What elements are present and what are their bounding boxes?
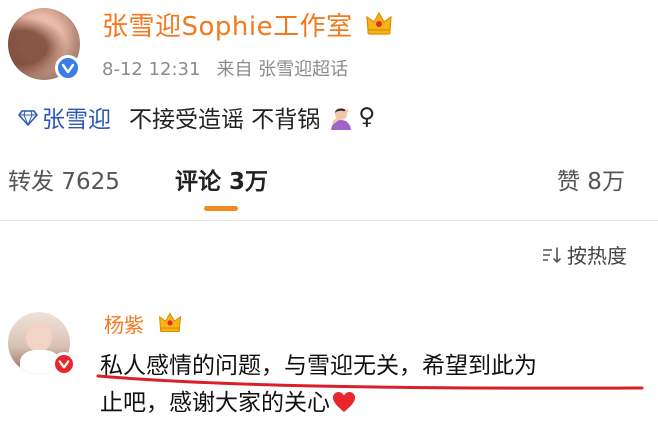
account-name[interactable]: 张雪迎Sophie工作室 (102, 6, 353, 43)
comment-line-2-text: 止吧，感谢大家的关心 (100, 390, 330, 416)
diamond-icon (18, 110, 38, 127)
person-facepalm-emoji-icon (331, 108, 352, 130)
crown-badge-icon (158, 312, 182, 333)
red-underline-annotation (96, 374, 644, 390)
female-sign: ♀ (358, 104, 376, 130)
verified-blue-badge-icon (55, 55, 81, 81)
sort-label: 按热度 (567, 244, 627, 268)
likes-tab[interactable]: 赞 8万 (557, 162, 625, 196)
repost-tab[interactable]: 转发 7625 (8, 162, 120, 196)
sort-by-hot-button[interactable]: 按热度 (541, 240, 627, 269)
post-text: 不接受造谣 不背锅 (129, 107, 321, 133)
sort-icon (543, 246, 561, 263)
red-heart-icon (333, 392, 355, 412)
divider (0, 220, 658, 221)
active-tab-indicator (204, 206, 238, 211)
comments-tab[interactable]: 评论 3万 (175, 162, 268, 196)
post-source[interactable]: 来自 张雪迎超话 (216, 59, 348, 80)
super-topic-tag[interactable]: 张雪迎 (42, 100, 111, 134)
verified-red-badge-icon (52, 352, 76, 376)
post-meta: 8-12 12:31 来自 张雪迎超话 (102, 55, 364, 81)
post-content: 张雪迎 不接受造谣 不背锅 ♀ (18, 100, 375, 134)
crown-badge-icon (366, 11, 392, 35)
commenter-name[interactable]: 杨紫 (104, 309, 144, 338)
post-date: 8-12 12:31 (102, 59, 201, 80)
